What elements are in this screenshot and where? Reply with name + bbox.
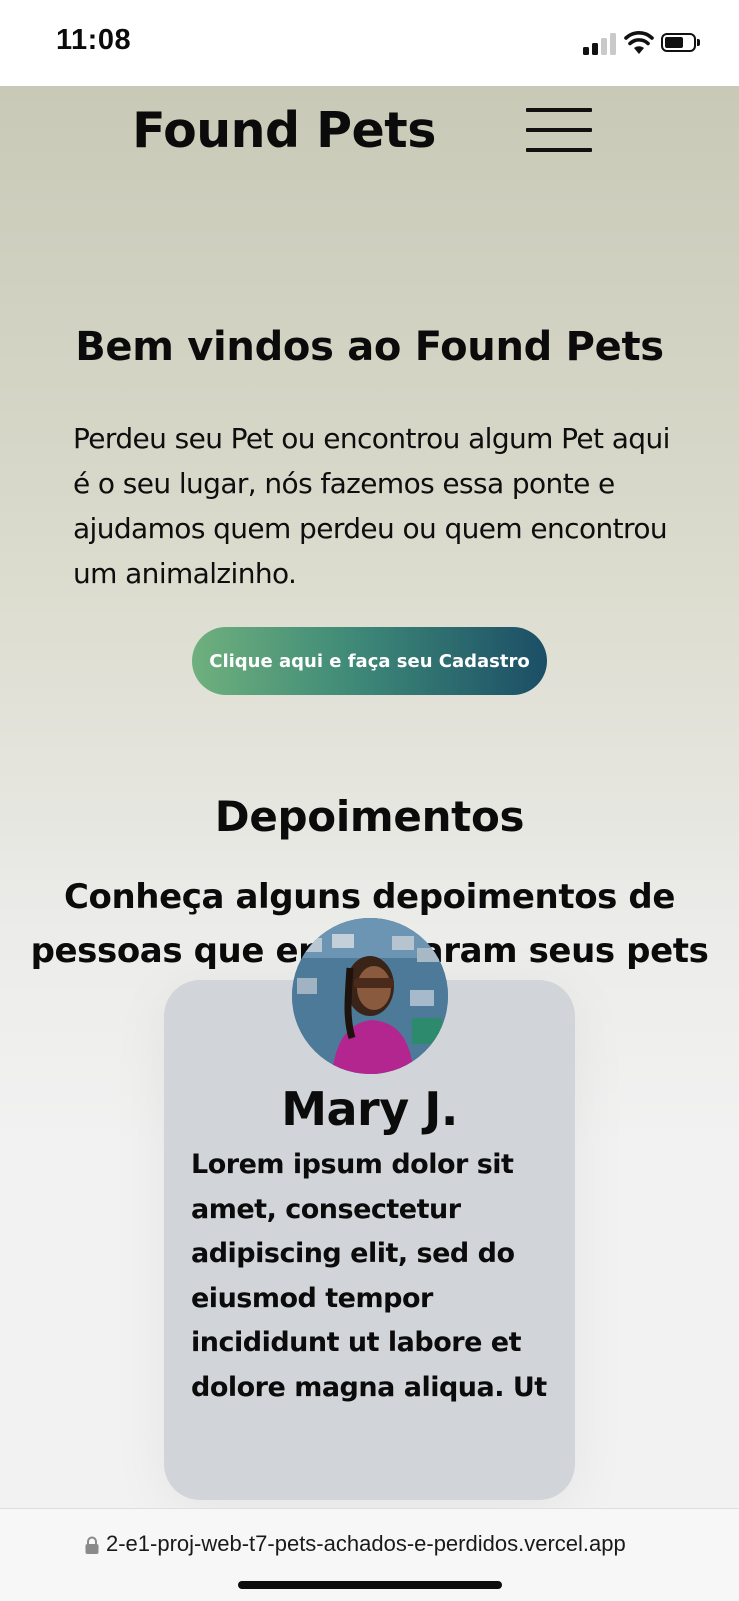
browser-url-bar[interactable]: 2-e1-proj-web-t7-pets-achados-e-perdidos… bbox=[0, 1508, 739, 1601]
welcome-heading: Bem vindos ao Found Pets bbox=[75, 324, 664, 370]
welcome-description: Perdeu seu Pet ou encontrou algum Pet aq… bbox=[73, 422, 670, 590]
home-indicator[interactable] bbox=[238, 1581, 502, 1589]
lock-icon bbox=[85, 1536, 99, 1554]
brand-title[interactable]: Found Pets bbox=[0, 102, 568, 159]
cellular-signal-icon bbox=[583, 33, 617, 55]
status-bar: 11:08 bbox=[0, 0, 739, 86]
testimonials-heading: Depoimentos bbox=[214, 792, 525, 841]
avatar bbox=[292, 918, 448, 1074]
wifi-icon bbox=[624, 31, 654, 54]
testimonial-author: Mary J. bbox=[281, 1082, 458, 1136]
testimonial-text: Lorem ipsum dolor sit amet, consectetur … bbox=[191, 1149, 547, 1403]
status-time: 11:08 bbox=[56, 24, 132, 56]
url-text[interactable]: 2-e1-proj-web-t7-pets-achados-e-perdidos… bbox=[106, 1531, 726, 1557]
hamburger-menu-icon[interactable] bbox=[526, 106, 594, 154]
signup-cta-button[interactable]: Clique aqui e faça seu Cadastro bbox=[192, 627, 547, 695]
battery-icon bbox=[661, 33, 701, 55]
avatar-photo bbox=[292, 918, 448, 1074]
